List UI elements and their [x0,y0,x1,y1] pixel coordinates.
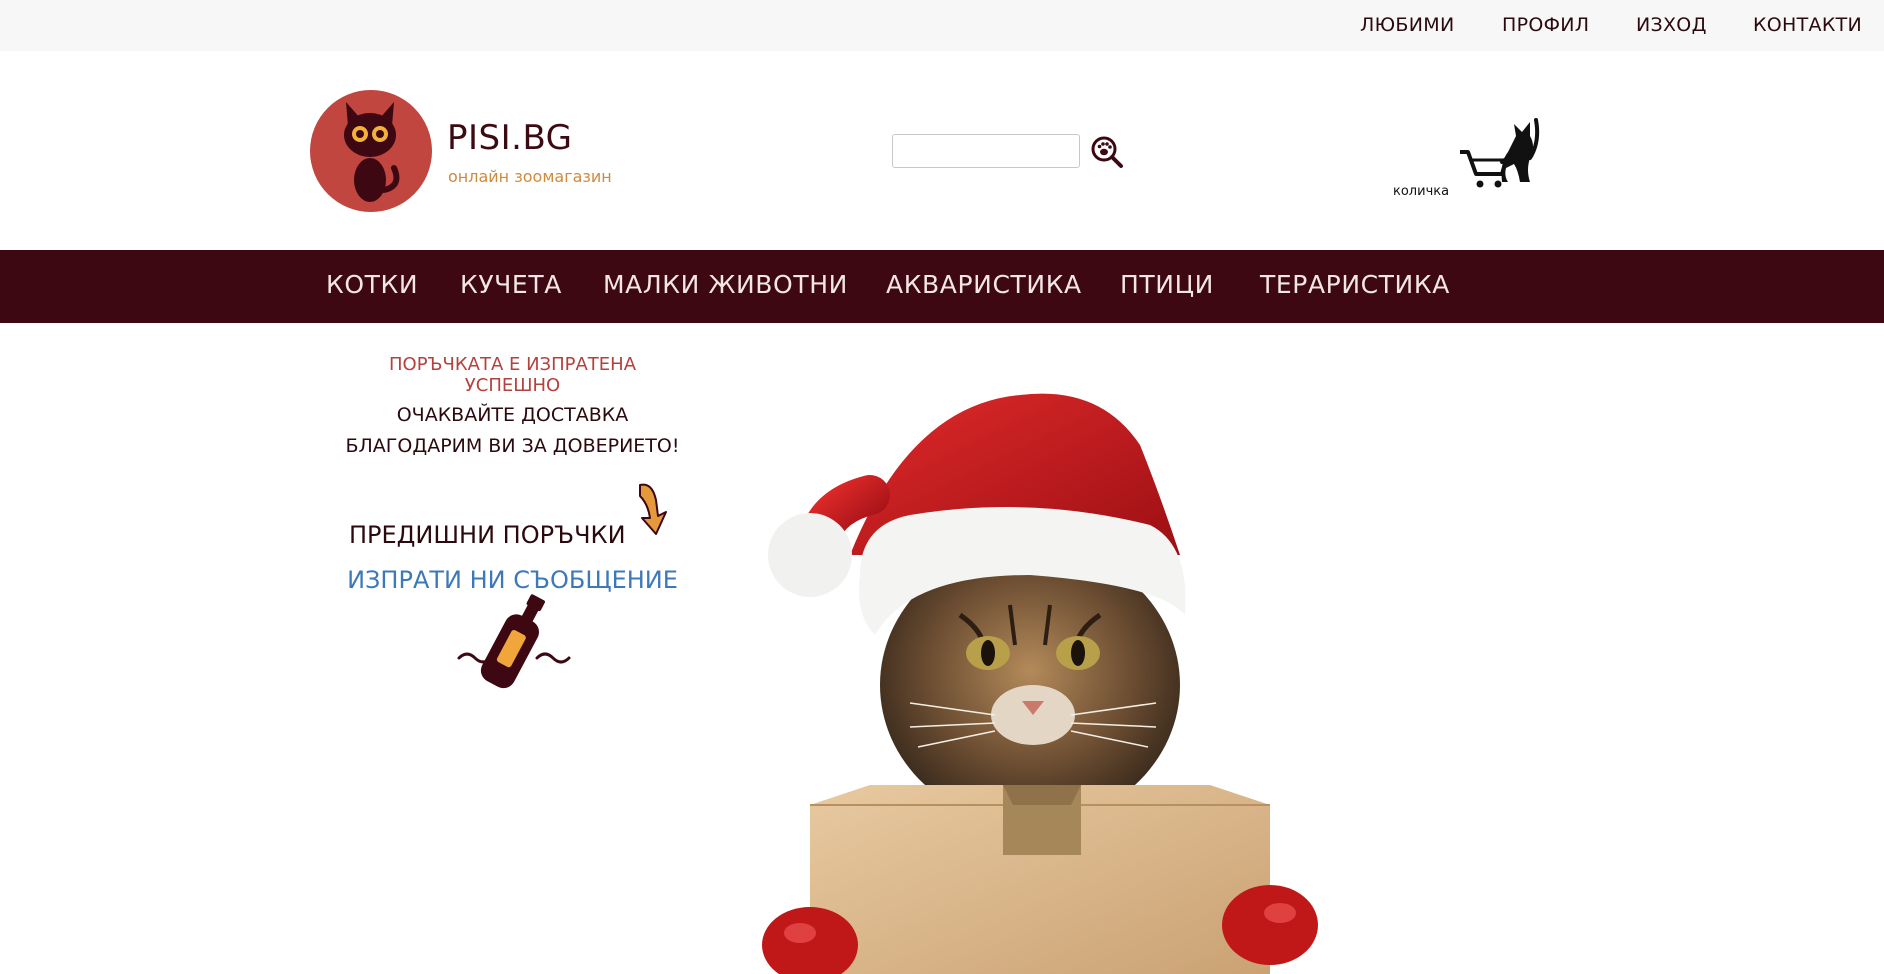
order-success-message: ПОРЪЧКАТА Е ИЗПРАТЕНА УСПЕШНО [330,354,695,396]
profile-link[interactable]: ПРОФИЛ [1502,14,1589,36]
order-success-line-b: УСПЕШНО [464,375,561,396]
logo-cat-icon[interactable] [310,90,432,212]
christmas-cat-in-box-image [762,393,1318,974]
previous-orders-link[interactable]: ПРЕДИШНИ ПОРЪЧКИ [349,521,626,549]
nav-item-aquaristics[interactable]: АКВАРИСТИКА [886,270,1082,299]
nav-item-cats[interactable]: КОТКИ [326,270,418,299]
nav-item-dogs[interactable]: КУЧЕТА [460,270,562,299]
nav-item-terraristics[interactable]: ТЕРАРИСТИКА [1260,270,1450,299]
curved-arrow-icon [639,483,667,535]
main-category-nav: КОТКИ КУЧЕТА МАЛКИ ЖИВОТНИ АКВАРИСТИКА П… [0,250,1884,323]
brand-name[interactable]: PISI.BG [447,118,573,158]
brand-tagline: онлайн зоомагазин [448,167,612,186]
contacts-link[interactable]: КОНТАКТИ [1753,14,1862,36]
order-success-line-a: ПОРЪЧКАТА Е ИЗПРАТЕНА [388,354,637,375]
search-input[interactable] [892,134,1080,168]
cart-label: количка [1393,184,1450,199]
send-message-link[interactable]: ИЗПРАТИ НИ СЪОБЩЕНИЕ [330,566,695,594]
nav-item-birds[interactable]: ПТИЦИ [1120,270,1214,299]
nav-item-small-animals[interactable]: МАЛКИ ЖИВОТНИ [603,270,848,299]
thank-you-text: БЛАГОДАРИМ ВИ ЗА ДОВЕРИЕТО! [345,435,680,457]
paw-search-icon [1091,136,1123,168]
cart-button[interactable]: количка [1390,112,1550,202]
logout-link[interactable]: ИЗХОД [1636,14,1707,36]
favorites-link[interactable]: ЛЮБИМИ [1360,14,1454,36]
search-button[interactable] [1090,135,1124,169]
message-bottle-icon [457,594,571,689]
top-utility-bar: ЛЮБИМИ ПРОФИЛ ИЗХОД КОНТАКТИ [0,0,1884,51]
expect-delivery-text: ОЧАКВАЙТЕ ДОСТАВКА [396,404,629,426]
